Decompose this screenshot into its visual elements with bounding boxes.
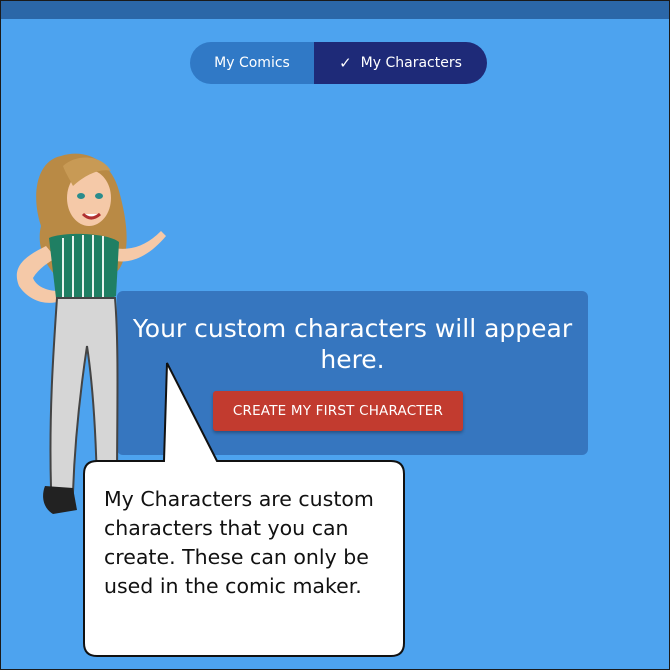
speech-bubble-text: My Characters are custom characters that… [104, 487, 374, 598]
tab-label: My Characters [360, 55, 462, 71]
top-bar [1, 1, 669, 19]
tab-my-comics[interactable]: My Comics [190, 42, 314, 84]
screen: My Comics ✓ My Characters Your custom ch… [0, 0, 670, 670]
view-toggle: My Comics ✓ My Characters [190, 42, 487, 84]
checkmark-icon: ✓ [339, 54, 352, 72]
tab-label: My Comics [214, 55, 290, 71]
tab-my-characters[interactable]: ✓ My Characters [314, 42, 487, 84]
